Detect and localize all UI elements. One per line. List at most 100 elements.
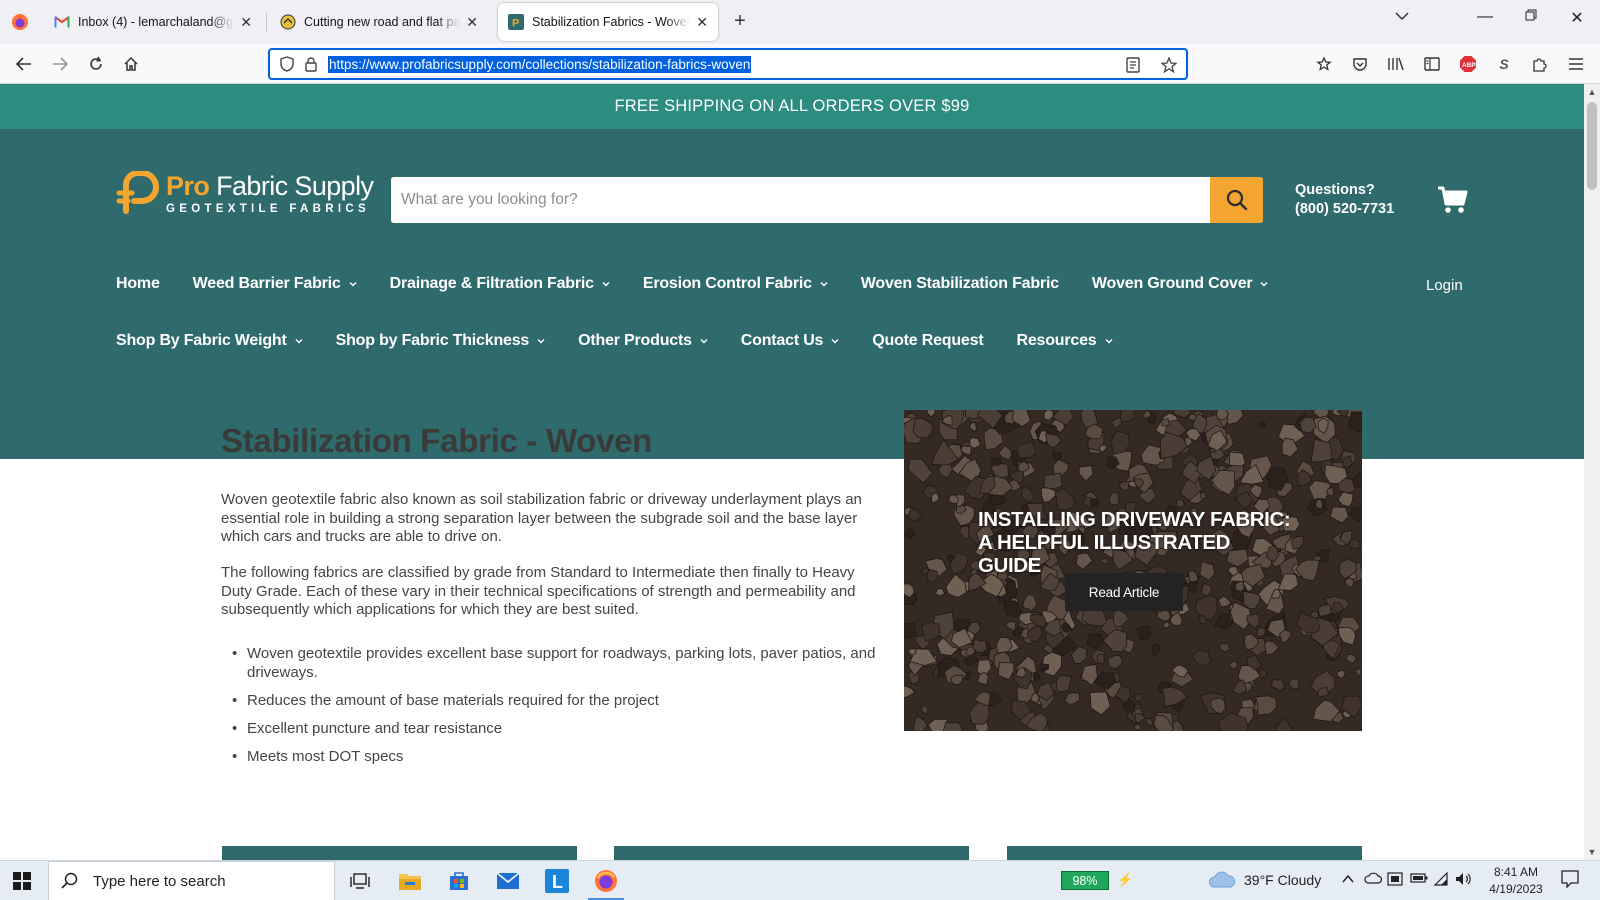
tab-title: Inbox (4) - lemarchaland@gma xyxy=(78,15,235,29)
tab-title: Cutting new road and flat pad th xyxy=(304,15,461,29)
bookmark-star-icon[interactable] xyxy=(1158,54,1180,76)
lock-icon[interactable] xyxy=(300,53,322,75)
scroll-down-icon[interactable]: ▼ xyxy=(1584,844,1600,860)
chevron-up-icon[interactable] xyxy=(1342,872,1354,887)
nav-item-home[interactable]: Home xyxy=(116,275,160,293)
svg-text:ABP: ABP xyxy=(1462,62,1476,69)
pro-fabric-logo-icon xyxy=(116,171,159,214)
nav-item-drainage-filtration-fabric[interactable]: Drainage & Filtration Fabric xyxy=(390,275,610,293)
nav-item-label: Woven Ground Cover xyxy=(1091,275,1253,292)
task-view-icon[interactable] xyxy=(338,865,382,897)
pro-fabric-favicon-icon: P xyxy=(508,14,524,30)
address-bar[interactable]: https://www.profabricsupply.com/collecti… xyxy=(268,48,1188,80)
windows-start-icon[interactable] xyxy=(12,871,32,891)
weather-widget[interactable]: 39°F Cloudy xyxy=(1208,871,1321,889)
scrollbar-thumb[interactable] xyxy=(1587,102,1597,190)
taskbar-search-box[interactable]: Type here to search xyxy=(48,861,335,900)
nav-item-erosion-control-fabric[interactable]: Erosion Control Fabric xyxy=(643,275,828,293)
home-icon[interactable] xyxy=(119,52,143,76)
feature-list: Woven geotextile provides excellent base… xyxy=(221,645,879,776)
nav-item-label: Quote Request xyxy=(872,332,984,349)
minimize-icon[interactable]: — xyxy=(1470,8,1500,26)
restore-icon[interactable] xyxy=(1516,8,1546,26)
onedrive-icon[interactable] xyxy=(1364,872,1383,887)
chevron-down-icon xyxy=(1105,339,1112,344)
microsoft-store-icon[interactable] xyxy=(437,865,481,897)
mail-icon[interactable] xyxy=(486,865,530,897)
reader-view-icon[interactable] xyxy=(1122,54,1144,76)
logo-tagline: GEOTEXTILE FABRICS xyxy=(166,203,370,215)
forward-icon[interactable] xyxy=(48,52,72,76)
article-headline-line-1: INSTALLING DRIVEWAY FABRIC: xyxy=(978,508,1291,531)
sidebar-icon[interactable] xyxy=(1421,53,1443,75)
url-text[interactable]: https://www.profabricsupply.com/collecti… xyxy=(328,55,752,73)
forum-favicon-icon xyxy=(280,14,296,30)
app-menu-icon[interactable] xyxy=(1565,53,1587,75)
read-article-button[interactable]: Read Article xyxy=(1065,573,1183,611)
chevron-down-icon xyxy=(700,339,708,344)
nav-item-contact-us[interactable]: Contact Us xyxy=(741,332,839,350)
weather-text: 39°F Cloudy xyxy=(1244,872,1322,888)
nav-item-woven-stabilization-fabric[interactable]: Woven Stabilization Fabric xyxy=(861,275,1059,293)
article-headline: INSTALLING DRIVEWAY FABRIC: A HELPFUL IL… xyxy=(978,508,1298,577)
tab-separator xyxy=(266,12,267,32)
extension-s-icon[interactable]: S xyxy=(1493,53,1515,75)
firefox-taskbar-icon[interactable] xyxy=(584,865,628,900)
chevron-down-icon xyxy=(602,282,610,287)
close-window-icon[interactable]: ✕ xyxy=(1562,8,1592,28)
site-logo[interactable]: Pro Fabric Supply GEOTEXTILE FABRICS xyxy=(116,171,374,217)
close-tab-icon[interactable]: ✕ xyxy=(240,14,252,31)
search-input[interactable] xyxy=(391,177,1209,223)
nav-item-label: Shop by Fabric Thickness xyxy=(335,332,530,349)
nav-item-quote-request[interactable]: Quote Request xyxy=(872,332,983,350)
chevron-down-icon xyxy=(831,339,839,344)
tab-gmail[interactable]: Inbox (4) - lemarchaland@gma ✕ xyxy=(44,3,262,41)
bookmarks-icon[interactable] xyxy=(1313,53,1335,75)
shopping-cart-icon[interactable] xyxy=(1437,185,1469,215)
search-button[interactable] xyxy=(1210,177,1263,223)
wifi-icon[interactable] xyxy=(1433,871,1449,889)
reload-icon[interactable] xyxy=(84,52,108,76)
nav-item-shop-by-fabric-weight[interactable]: Shop By Fabric Weight xyxy=(116,332,303,350)
logo-word-fabric-supply: Fabric Supply xyxy=(209,171,374,201)
list-all-tabs-icon[interactable] xyxy=(1387,8,1417,26)
system-clock[interactable]: 8:41 AM 4/19/2023 xyxy=(1486,864,1546,898)
nav-item-other-products[interactable]: Other Products xyxy=(578,332,708,350)
lightkey-app-icon[interactable]: L xyxy=(535,865,579,897)
login-link[interactable]: Login xyxy=(1426,277,1463,294)
scroll-up-icon[interactable]: ▲ xyxy=(1584,84,1600,100)
file-explorer-icon[interactable] xyxy=(388,865,432,897)
close-tab-icon[interactable]: ✕ xyxy=(696,14,708,31)
tab-forum[interactable]: Cutting new road and flat pad th ✕ xyxy=(270,3,488,41)
list-item: Woven geotextile provides excellent base… xyxy=(221,645,879,682)
battery-tray-icon[interactable] xyxy=(1410,872,1428,887)
chevron-down-icon xyxy=(349,282,357,287)
nav-item-resources[interactable]: Resources xyxy=(1016,332,1112,350)
close-tab-icon[interactable]: ✕ xyxy=(466,14,478,31)
nav-item-woven-ground-cover[interactable]: Woven Ground Cover xyxy=(1092,275,1269,293)
adblock-plus-icon[interactable]: ABP xyxy=(1457,53,1479,75)
meet-now-icon[interactable] xyxy=(1387,872,1403,889)
nav-item-shop-by-fabric-thickness[interactable]: Shop by Fabric Thickness xyxy=(336,332,545,350)
tab-stabilization-fabrics[interactable]: P Stabilization Fabrics - Woven — ✕ xyxy=(498,3,718,41)
page-scrollbar[interactable]: ▲ ▼ xyxy=(1584,84,1600,860)
firefox-menu-icon[interactable] xyxy=(8,10,32,34)
logo-word-pro: Pro xyxy=(166,171,210,201)
pocket-icon[interactable] xyxy=(1349,53,1371,75)
chevron-down-icon xyxy=(1260,282,1268,287)
cloud-icon xyxy=(1208,871,1236,888)
nav-item-label: Weed Barrier Fabric xyxy=(192,275,341,292)
nav-item-weed-barrier-fabric[interactable]: Weed Barrier Fabric xyxy=(193,275,357,293)
extensions-puzzle-icon[interactable] xyxy=(1529,53,1551,75)
product-card-top xyxy=(222,846,577,860)
notifications-icon[interactable] xyxy=(1561,870,1579,891)
back-icon[interactable] xyxy=(12,52,36,76)
article-promo-banner[interactable]: INSTALLING DRIVEWAY FABRIC: A HELPFUL IL… xyxy=(904,410,1362,731)
tracking-shield-icon[interactable] xyxy=(276,53,298,75)
library-icon[interactable] xyxy=(1385,53,1407,75)
volume-icon[interactable] xyxy=(1455,872,1471,889)
nav-item-label: Contact Us xyxy=(740,332,824,349)
new-tab-icon[interactable]: + xyxy=(728,10,752,33)
battery-indicator[interactable]: 98% xyxy=(1061,871,1109,890)
phone-number[interactable]: (800) 520-7731 xyxy=(1295,200,1394,219)
